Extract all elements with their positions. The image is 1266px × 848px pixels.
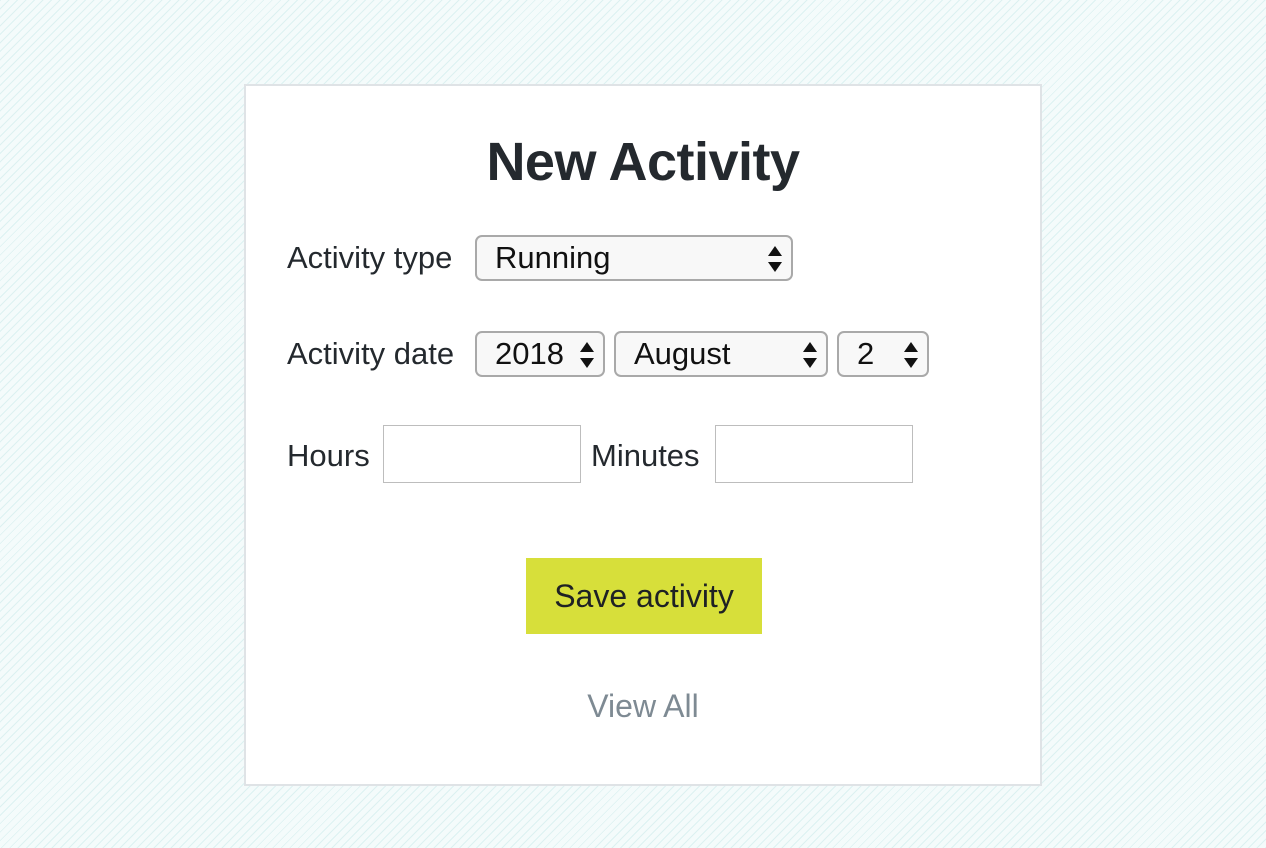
page-title: New Activity [486, 132, 800, 192]
month-value: August [634, 336, 731, 371]
view-all-link[interactable]: View All [246, 686, 1040, 726]
minutes-label: Minutes [591, 438, 700, 473]
up-down-arrows-icon [802, 341, 818, 369]
activity-date-label: Activity date [287, 336, 455, 371]
activity-type-value: Running [495, 240, 611, 275]
up-down-arrows-icon [579, 341, 595, 369]
save-activity-button[interactable]: Save activity [526, 558, 762, 634]
year-value: 2018 [495, 336, 564, 371]
up-down-arrows-icon [767, 245, 783, 273]
hours-label: Hours [287, 438, 370, 473]
minutes-input[interactable] [715, 425, 913, 483]
day-value: 2 [857, 336, 875, 371]
up-down-arrows-icon [903, 341, 919, 369]
activity-type-select[interactable]: Running [475, 235, 793, 281]
year-select[interactable]: 2018 [475, 331, 605, 377]
day-select[interactable]: 2 [837, 331, 929, 377]
new-activity-card: New Activity Activity type Running Activ… [244, 84, 1042, 786]
activity-type-label: Activity type [287, 240, 453, 275]
hours-input[interactable] [383, 425, 581, 483]
month-select[interactable]: August [614, 331, 828, 377]
